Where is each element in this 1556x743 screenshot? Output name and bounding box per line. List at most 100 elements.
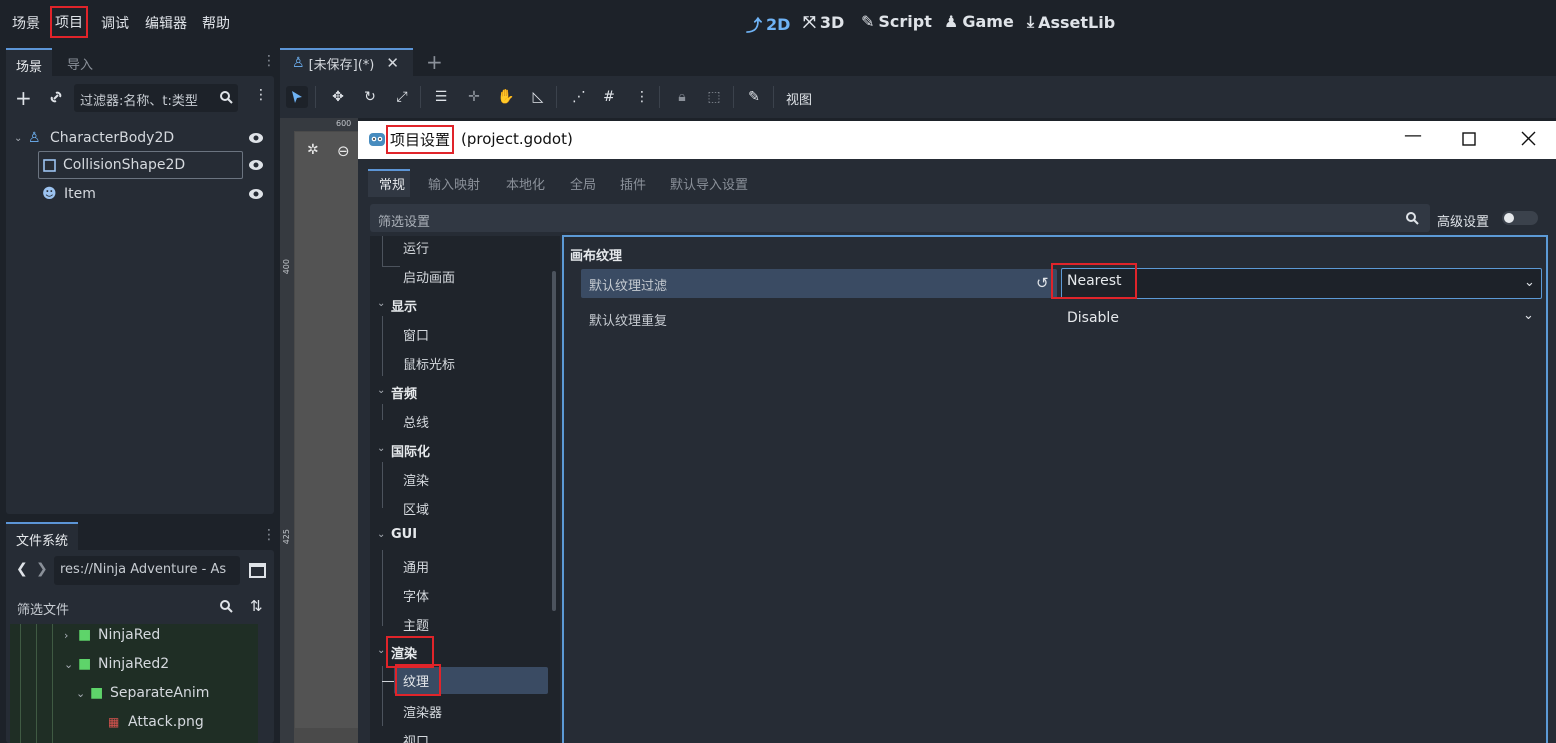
- folder-ninjared2[interactable]: ⌄ ■ NinjaRed2: [64, 656, 169, 672]
- pivot-icon[interactable]: ✛: [463, 86, 485, 108]
- mode-2d-button[interactable]: ⤴ 2D: [746, 12, 790, 36]
- add-tab-icon[interactable]: +: [426, 50, 443, 74]
- select-mode-button[interactable]: [286, 86, 308, 108]
- sidebar-item-mouse-cursor[interactable]: 鼠标光标: [403, 354, 455, 373]
- mode-3d-button[interactable]: ⤧ 3D: [803, 12, 844, 32]
- characterbody-icon: ♙: [28, 130, 41, 146]
- back-arrow-icon[interactable]: ❮: [16, 561, 28, 577]
- tab-unsaved-scene[interactable]: ♙ [未保存](*) ✕: [280, 48, 413, 76]
- sidebar-item-viewport[interactable]: 视口: [403, 731, 429, 743]
- file-attack-png[interactable]: ▦ Attack.png: [108, 714, 204, 730]
- menu-scene[interactable]: 场景: [12, 13, 40, 33]
- tab-input-map[interactable]: 输入映射: [428, 174, 480, 193]
- advanced-settings-label: 高级设置: [1437, 215, 1490, 230]
- tab-globals[interactable]: 全局: [570, 174, 596, 193]
- add-node-icon[interactable]: +: [15, 86, 32, 110]
- tab-localization[interactable]: 本地化: [506, 174, 545, 193]
- forward-arrow-icon[interactable]: ❯: [36, 561, 48, 577]
- tab-general[interactable]: 常规: [379, 174, 405, 193]
- menu-debug[interactable]: 调试: [101, 13, 129, 33]
- sidebar-item-textures[interactable]: 纹理: [394, 664, 442, 696]
- sidebar-section-audio[interactable]: 音频: [391, 383, 417, 402]
- layout-toggle-icon[interactable]: [249, 563, 266, 578]
- sidebar-section-gui[interactable]: GUI: [391, 527, 417, 542]
- tree-node-characterbody2d[interactable]: ⌄ ♙ CharacterBody2D: [14, 126, 268, 150]
- dock-menu-icon[interactable]: ⋮: [262, 527, 276, 543]
- viewport[interactable]: 600 400 425 ✲ ⊖: [280, 118, 358, 743]
- tab-import[interactable]: 导入: [57, 48, 103, 79]
- folder-ninjared[interactable]: › ■ NinjaRed: [64, 627, 160, 643]
- sidebar-item-window[interactable]: 窗口: [403, 325, 429, 344]
- smart-snap-icon[interactable]: ⋰: [568, 86, 590, 108]
- maximize-icon[interactable]: [1462, 132, 1476, 146]
- snap-options-icon[interactable]: ⋮: [631, 86, 653, 108]
- sidebar-scrollbar[interactable]: [552, 271, 556, 611]
- mode-assetlib-button[interactable]: ⤓ AssetLib: [1027, 12, 1115, 32]
- zoom-out-icon[interactable]: ⊖: [337, 142, 350, 160]
- sidebar-item-locale[interactable]: 区域: [403, 499, 429, 518]
- tree-node-item[interactable]: ☻ Item: [42, 182, 268, 206]
- mode-script-button[interactable]: ✎ Script: [861, 12, 932, 31]
- sort-icon[interactable]: ⇅: [250, 597, 263, 615]
- tab-plugins[interactable]: 插件: [620, 174, 646, 193]
- view-menu[interactable]: 视图: [786, 89, 812, 108]
- property-row-texture-repeat[interactable]: 默认纹理重复: [581, 304, 1057, 333]
- sidebar-section-rendering[interactable]: 渲染: [385, 636, 435, 668]
- close-icon[interactable]: [1521, 131, 1536, 146]
- visibility-eye-icon[interactable]: [248, 159, 264, 171]
- mode-game-button[interactable]: ♟ Game: [944, 12, 1014, 31]
- chevron-down-icon: ⌄: [377, 298, 386, 309]
- group-icon[interactable]: ⬚: [703, 86, 725, 108]
- scale-mode-icon[interactable]: ⤢: [391, 86, 413, 108]
- ruler-left: 400 425: [280, 131, 294, 743]
- sidebar-item-renderer[interactable]: 渲染器: [403, 702, 442, 721]
- chevron-down-icon: ⌄: [76, 686, 86, 700]
- grid-snap-icon[interactable]: #: [598, 86, 620, 108]
- viewport-center-icon[interactable]: ✲: [307, 142, 319, 158]
- ruler-icon[interactable]: ◺: [527, 86, 549, 108]
- link-icon[interactable]: [48, 89, 64, 105]
- skeleton-bone-icon[interactable]: ✎: [743, 86, 765, 108]
- close-icon[interactable]: ✕: [386, 54, 399, 72]
- tree-node-collisionshape2d[interactable]: CollisionShape2D: [38, 151, 243, 179]
- characterbody-icon: ♙: [292, 55, 305, 71]
- filesystem-filter-input[interactable]: 筛选文件: [9, 592, 239, 620]
- lock-icon[interactable]: 🔒︎: [671, 86, 693, 108]
- visibility-eye-icon[interactable]: [248, 132, 264, 144]
- sidebar-item-run[interactable]: 运行: [403, 238, 429, 257]
- game-icon: ♟: [944, 12, 959, 31]
- sidebar-item-rendering-i18n[interactable]: 渲染: [403, 470, 429, 489]
- rotate-mode-icon[interactable]: ↻: [359, 86, 381, 108]
- sidebar-section-internationalization[interactable]: 国际化: [391, 441, 430, 460]
- move-mode-icon[interactable]: ✥: [327, 86, 349, 108]
- 3d-icon: ⤧: [803, 12, 816, 31]
- scene-options-icon[interactable]: ⋮: [254, 87, 268, 103]
- sidebar-item-boot-splash[interactable]: 启动画面: [403, 267, 455, 286]
- folder-icon: ■: [78, 627, 92, 643]
- sidebar-item-theme[interactable]: 主题: [403, 615, 429, 634]
- advanced-settings-toggle[interactable]: [1502, 211, 1538, 225]
- minimize-icon[interactable]: —: [1404, 125, 1422, 146]
- visibility-eye-icon[interactable]: [248, 188, 264, 200]
- scene-filter-input[interactable]: 过滤器:名称、t:类型: [74, 84, 238, 112]
- tab-import-defaults[interactable]: 默认导入设置: [670, 174, 748, 193]
- settings-filter-input[interactable]: 筛选设置: [370, 204, 1430, 232]
- node-godot-icon: ☻: [42, 186, 57, 202]
- filesystem-path-field[interactable]: res://Ninja Adventure - As: [54, 556, 240, 585]
- pan-hand-icon[interactable]: ✋: [495, 86, 517, 108]
- folder-separateanim[interactable]: ⌄ ■ SeparateAnim: [76, 685, 209, 701]
- top-menu-bar: 场景 项目 调试 编辑器 帮助 ⤴ 2D ⤧ 3D ✎ Script ♟ Game ⤓ A…: [0, 0, 1556, 46]
- menu-project[interactable]: 项目: [50, 6, 88, 38]
- menu-help[interactable]: 帮助: [202, 13, 230, 33]
- sidebar-item-buses[interactable]: 总线: [403, 412, 429, 431]
- list-select-icon[interactable]: ☰: [430, 86, 452, 108]
- revert-icon[interactable]: ↺: [1036, 274, 1049, 292]
- texture-repeat-dropdown[interactable]: Disable ⌄: [1061, 304, 1542, 334]
- dock-menu-icon[interactable]: ⋮: [262, 53, 276, 69]
- sidebar-item-common[interactable]: 通用: [403, 557, 429, 576]
- sidebar-section-display[interactable]: 显示: [391, 296, 417, 315]
- property-row-texture-filter[interactable]: 默认纹理过滤 ↺: [581, 269, 1057, 298]
- menu-editor[interactable]: 编辑器: [145, 13, 187, 33]
- texture-filter-dropdown[interactable]: Nearest ⌄: [1051, 263, 1542, 299]
- sidebar-item-fonts[interactable]: 字体: [403, 586, 429, 605]
